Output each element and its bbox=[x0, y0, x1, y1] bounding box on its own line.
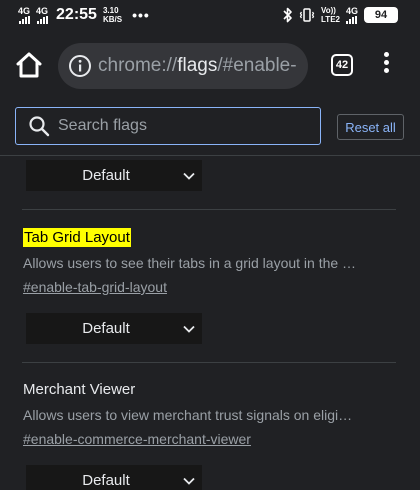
url-text[interactable]: chrome://flags/#enable- bbox=[98, 55, 297, 77]
divider bbox=[22, 209, 396, 210]
flags-list: Default Tab Grid Layout Allows users to … bbox=[0, 157, 420, 490]
network-rate: 3.10 KB/S bbox=[102, 6, 123, 24]
search-box[interactable] bbox=[15, 107, 321, 145]
bluetooth-icon bbox=[283, 7, 292, 23]
status-bar: 4G 4G 22:55 3.10 KB/S ••• Vo)) LTE2 4G 9… bbox=[0, 0, 420, 34]
flag-select-previous[interactable]: Default bbox=[26, 160, 202, 191]
chevron-down-icon bbox=[183, 325, 195, 333]
divider bbox=[22, 362, 396, 363]
signal-4g-icon-3: 4G bbox=[346, 6, 358, 24]
flag-link-tab-grid-layout[interactable]: #enable-tab-grid-layout bbox=[23, 279, 167, 295]
volte-indicator: Vo)) LTE2 bbox=[321, 6, 340, 24]
flag-link-merchant-viewer[interactable]: #enable-commerce-merchant-viewer bbox=[23, 431, 251, 447]
flag-description-tab-grid-layout: Allows users to see their tabs in a grid… bbox=[23, 255, 357, 271]
flag-select-tab-grid-layout[interactable]: Default bbox=[26, 313, 202, 344]
browser-toolbar: chrome://flags/#enable- 42 bbox=[0, 34, 420, 98]
info-icon[interactable] bbox=[68, 54, 92, 78]
clock-time: 22:55 bbox=[56, 6, 97, 23]
search-icon bbox=[29, 116, 50, 137]
vibrate-icon bbox=[299, 8, 315, 22]
flag-select-merchant-viewer[interactable]: Default bbox=[26, 465, 202, 490]
reset-all-button[interactable]: Reset all bbox=[337, 114, 404, 140]
flag-description-merchant-viewer: Allows users to view merchant trust sign… bbox=[23, 407, 353, 423]
flag-title-merchant-viewer: Merchant Viewer bbox=[23, 381, 136, 398]
status-bar-left: 4G 4G 22:55 3.10 KB/S ••• bbox=[18, 6, 150, 24]
chevron-down-icon bbox=[183, 172, 195, 180]
tab-switcher-icon[interactable]: 42 bbox=[331, 54, 353, 76]
address-bar[interactable]: chrome://flags/#enable- bbox=[58, 43, 308, 89]
battery-icon: 94 bbox=[364, 7, 398, 23]
signal-4g-icon-2: 4G bbox=[36, 6, 48, 24]
chevron-down-icon bbox=[183, 477, 195, 485]
search-input[interactable] bbox=[58, 114, 308, 138]
more-notifications-icon: ••• bbox=[132, 7, 150, 23]
signal-4g-icon-1: 4G bbox=[18, 6, 30, 24]
status-bar-right: Vo)) LTE2 4G 94 bbox=[283, 6, 398, 24]
menu-icon[interactable] bbox=[376, 50, 396, 80]
flag-title-tab-grid-layout: Tab Grid Layout bbox=[23, 228, 131, 247]
home-icon[interactable] bbox=[14, 50, 44, 80]
